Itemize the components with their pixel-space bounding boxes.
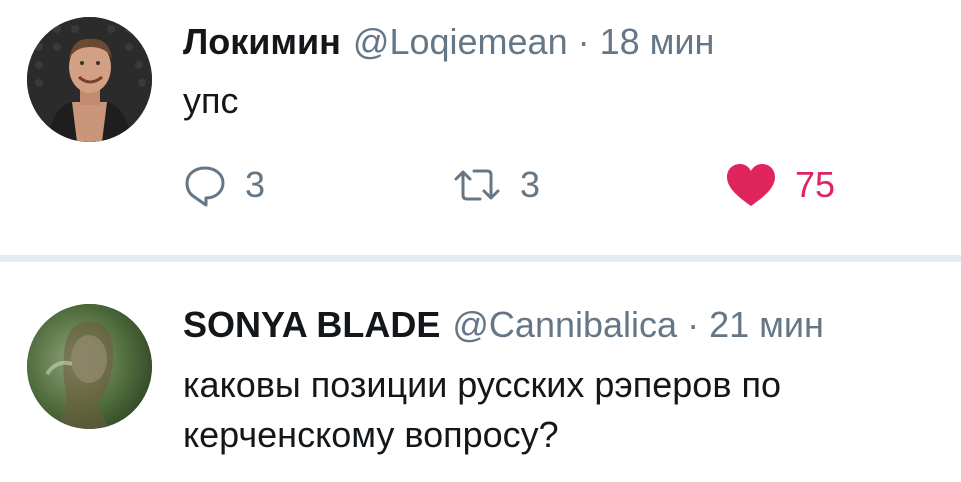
tweet-text: упс	[183, 80, 239, 121]
reply-button[interactable]: 3	[183, 160, 265, 210]
avatar-image	[27, 304, 152, 429]
reply-icon	[185, 166, 225, 207]
retweet-button[interactable]: 3	[452, 160, 540, 210]
author-handle[interactable]: @Loqiemean	[353, 21, 568, 62]
author-name[interactable]: SONYA BLADE	[183, 304, 440, 345]
tweet-header: SONYA BLADE @Cannibalica · 21 мин	[183, 305, 824, 345]
separator-dot: ·	[687, 304, 700, 345]
divider	[0, 255, 961, 262]
timestamp[interactable]: 18 мин	[600, 21, 715, 62]
avatar-image	[27, 17, 152, 142]
tweet[interactable]: SONYA BLADE @Cannibalica · 21 мин каковы по…	[0, 262, 961, 482]
timestamp[interactable]: 21 мин	[709, 304, 824, 345]
avatar[interactable]	[27, 17, 152, 142]
retweet-count: 3	[520, 164, 541, 205]
tweet[interactable]: Локимин @Loqiemean · 18 мин упс 3 3 75	[0, 0, 961, 255]
tweet-header: Локимин @Loqiemean · 18 мин	[183, 22, 714, 62]
like-button[interactable]: 75	[725, 160, 835, 210]
tweet-text: каковы позиции русских рэперов по керчен…	[183, 364, 781, 455]
like-count: 75	[795, 164, 836, 205]
heart-icon	[727, 164, 775, 206]
retweet-icon	[454, 169, 500, 201]
author-handle[interactable]: @Cannibalica	[452, 304, 677, 345]
avatar[interactable]	[27, 304, 152, 429]
reply-count: 3	[245, 164, 266, 205]
author-name[interactable]: Локимин	[183, 21, 341, 62]
separator-dot: ·	[577, 21, 590, 62]
